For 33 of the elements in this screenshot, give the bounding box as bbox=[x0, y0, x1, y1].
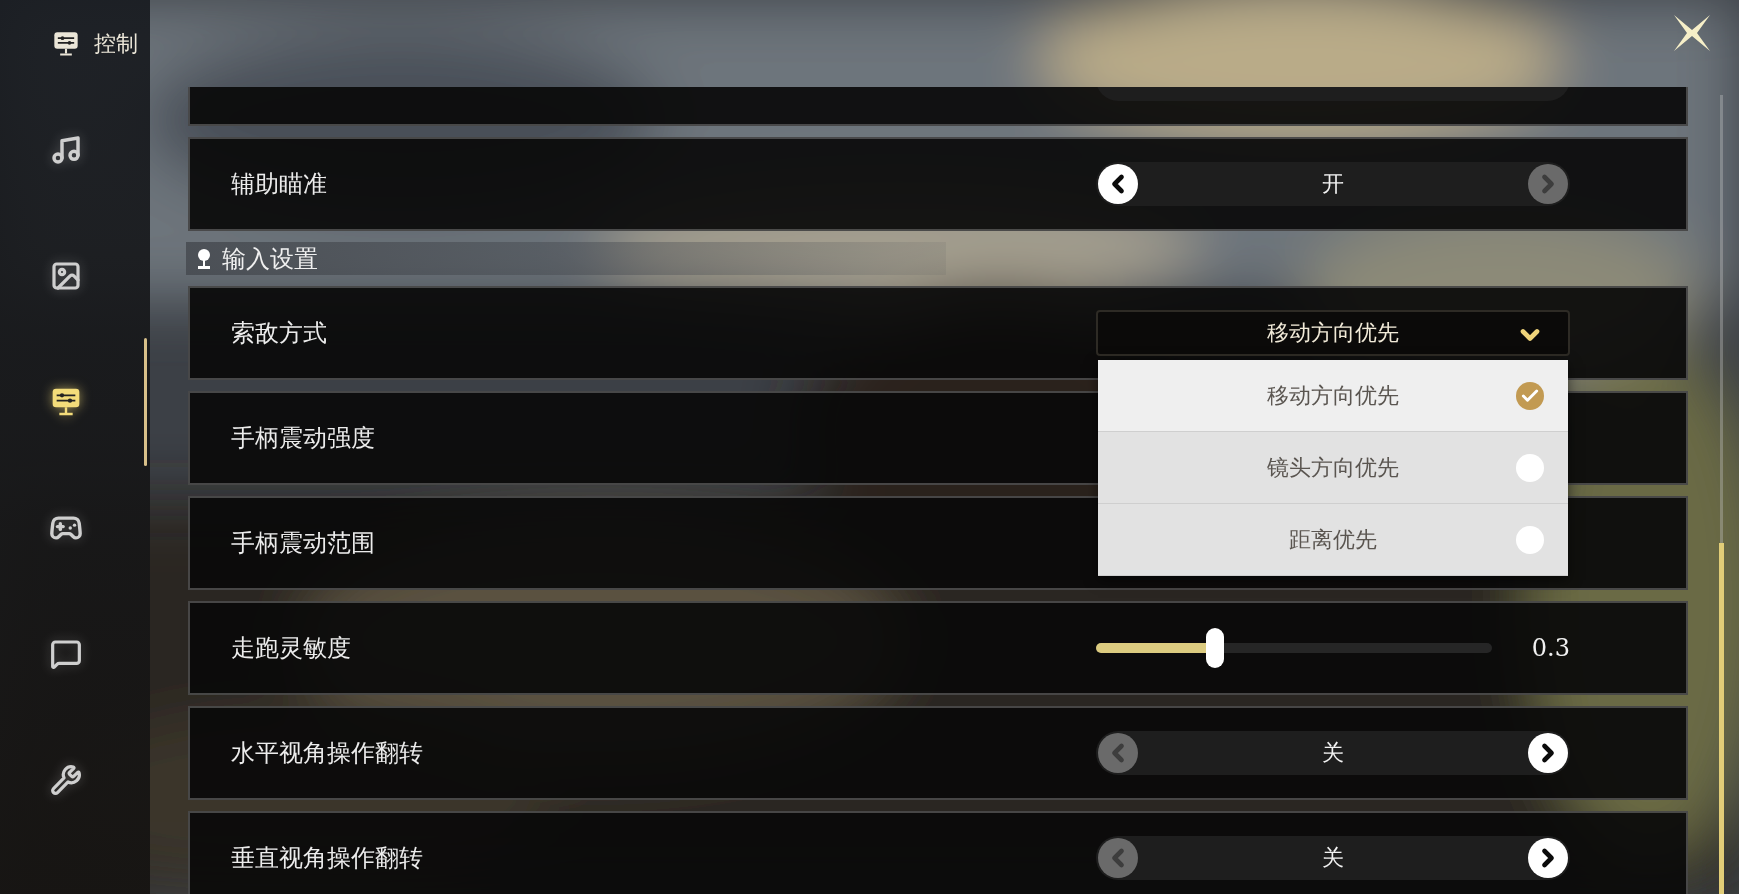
radio-icon bbox=[1516, 525, 1544, 554]
setting-label: 索敌方式 bbox=[231, 318, 327, 349]
setting-value: 关 bbox=[1322, 844, 1344, 872]
slider[interactable] bbox=[1096, 628, 1492, 668]
next-button[interactable] bbox=[1528, 838, 1568, 878]
dropdown[interactable]: 移动方向优先 bbox=[1096, 310, 1570, 356]
scrollbar-thumb[interactable] bbox=[1719, 543, 1724, 894]
slider-value: 0.3 bbox=[1531, 634, 1570, 662]
setting-value: 开 bbox=[1322, 170, 1344, 198]
previous-button[interactable] bbox=[1098, 164, 1138, 204]
section-title: 输入设置 bbox=[222, 243, 318, 275]
wrench-icon bbox=[50, 764, 82, 796]
dropdown-option[interactable]: 镜头方向优先 bbox=[1098, 432, 1568, 504]
next-button[interactable] bbox=[1528, 733, 1568, 773]
slider-thumb[interactable] bbox=[1205, 628, 1224, 668]
setting-label: 手柄震动范围 bbox=[231, 528, 375, 559]
setting-label: 水平视角操作翻转 bbox=[231, 738, 423, 769]
music-icon bbox=[50, 134, 82, 166]
dropdown-option[interactable]: 移动方向优先 bbox=[1098, 360, 1568, 432]
radio-icon bbox=[1516, 453, 1544, 482]
page-title: 控制 bbox=[94, 29, 138, 58]
pin-icon bbox=[196, 247, 212, 270]
setting-label: 手柄震动强度 bbox=[231, 423, 375, 454]
dropdown-option[interactable]: 距离优先 bbox=[1098, 504, 1568, 576]
sliders-monitor-icon bbox=[50, 386, 82, 418]
setting-label: 垂直视角操作翻转 bbox=[231, 843, 423, 874]
image-icon bbox=[50, 260, 82, 292]
check-icon bbox=[1516, 381, 1544, 410]
setting-label: 辅助瞄准 bbox=[231, 169, 327, 200]
setting-label: 走跑灵敏度 bbox=[231, 633, 351, 664]
chat-icon bbox=[50, 638, 82, 670]
sliders-monitor-icon bbox=[52, 29, 80, 58]
setting-value: 关 bbox=[1322, 739, 1344, 767]
